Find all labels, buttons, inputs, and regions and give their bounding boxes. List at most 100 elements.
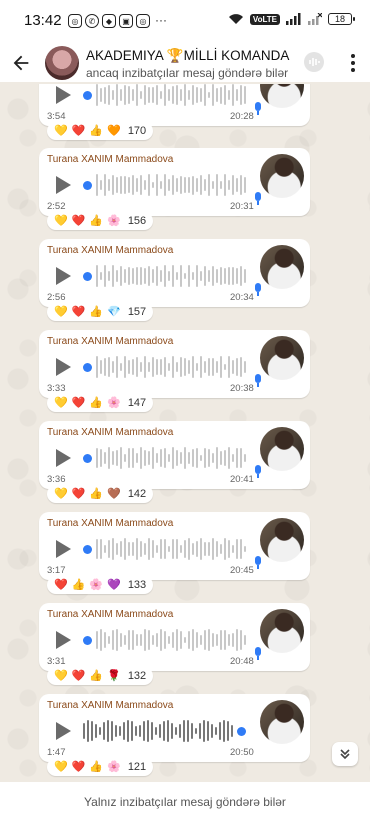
play-icon[interactable] <box>56 722 71 740</box>
sender-name[interactable]: Turana XANIM Mammadova <box>47 427 173 438</box>
message-time: 20:28 <box>230 111 254 122</box>
play-icon[interactable] <box>56 176 71 194</box>
waveform-bar <box>155 726 157 736</box>
reaction-count: 142 <box>127 488 147 500</box>
waveform-bar <box>100 87 102 103</box>
playback-position-dot[interactable] <box>83 90 92 100</box>
reactions-bar[interactable]: ❤️ 👍 🌸 💜 133 <box>47 576 154 594</box>
scroll-to-bottom-button[interactable] <box>332 742 358 766</box>
reaction-emoji: 💛 <box>54 397 68 409</box>
waveform-bar <box>156 358 158 376</box>
sender-name[interactable]: Turana XANIM Mammadova <box>47 700 173 711</box>
play-icon[interactable] <box>56 86 71 104</box>
sender-name[interactable]: Turana XANIM Mammadova <box>47 609 173 620</box>
message-bubble[interactable]: 3:54 20:28 <box>39 84 310 126</box>
play-icon[interactable] <box>56 540 71 558</box>
waveform-bar <box>128 85 130 105</box>
message-list[interactable]: 3:54 20:28 💛 ❤️ 👍 🧡 170 Turana XANIM Mam… <box>0 84 370 781</box>
waveform-bar <box>204 542 206 556</box>
audio-waveform[interactable] <box>83 172 253 198</box>
waveform-bar <box>104 86 106 104</box>
sender-name[interactable]: Turana XANIM Mammadova <box>47 518 173 529</box>
play-icon[interactable] <box>56 267 71 285</box>
waveform-bar <box>124 268 126 284</box>
message-bubble[interactable]: Turana XANIM Mammadova 3:33 20:38 <box>39 330 310 398</box>
sender-avatar[interactable] <box>255 154 304 205</box>
voice-chat-icon[interactable] <box>304 52 324 72</box>
message-bubble[interactable]: Turana XANIM Mammadova 2:56 20:34 <box>39 239 310 307</box>
double-chevron-down-icon <box>340 749 350 760</box>
waveform-bar <box>228 447 230 469</box>
audio-waveform[interactable] <box>83 354 253 380</box>
group-title[interactable]: AKADEMIYA 🏆MİLLİ KOMANDA <box>86 48 289 64</box>
reactions-bar[interactable]: 💛 ❤️ 👍 🌹 132 <box>47 667 154 685</box>
waveform-bar <box>240 539 242 559</box>
sender-name[interactable]: Turana XANIM Mammadova <box>47 336 173 347</box>
audio-waveform[interactable] <box>83 263 253 289</box>
reactions-bar[interactable]: 💛 ❤️ 👍 🌸 156 <box>47 212 154 230</box>
waveform-bar <box>112 90 114 100</box>
playback-position-dot[interactable] <box>83 453 92 463</box>
message-bubble[interactable]: Turana XANIM Mammadova 2:52 20:31 <box>39 148 310 216</box>
audio-waveform[interactable] <box>83 718 253 744</box>
message-bubble[interactable]: Turana XANIM Mammadova 3:31 20:48 <box>39 603 310 671</box>
waveform-bar <box>112 630 114 650</box>
playback-position-dot[interactable] <box>83 180 92 190</box>
waveform-bar <box>119 726 121 736</box>
reactions-bar[interactable]: 💛 ❤️ 👍 🧡 170 <box>47 122 154 140</box>
play-icon[interactable] <box>56 449 71 467</box>
waveform-bar <box>111 720 113 742</box>
sender-avatar[interactable] <box>255 336 304 387</box>
waveform-bar <box>160 359 162 375</box>
play-icon[interactable] <box>56 631 71 649</box>
reaction-count: 147 <box>127 397 147 409</box>
waveform-bar <box>188 451 190 465</box>
sender-avatar[interactable] <box>255 84 304 115</box>
audio-waveform[interactable] <box>83 445 253 471</box>
group-avatar[interactable] <box>45 46 79 80</box>
playback-position-dot[interactable] <box>83 635 92 645</box>
reactions-bar[interactable]: 💛 ❤️ 👍 🌸 147 <box>47 394 154 412</box>
message-bubble[interactable]: Turana XANIM Mammadova 3:36 20:41 <box>39 421 310 489</box>
package-icon: ◆ <box>102 14 116 28</box>
audio-waveform[interactable] <box>83 627 253 653</box>
waveform-bar <box>220 181 222 189</box>
waveform-bar <box>156 544 158 554</box>
reactions-bar[interactable]: 💛 ❤️ 👍 💎 157 <box>47 303 154 321</box>
waveform-bar <box>108 84 110 106</box>
audio-waveform[interactable] <box>83 84 253 108</box>
waveform-bar <box>176 538 178 560</box>
playback-position-dot[interactable] <box>83 362 92 372</box>
back-arrow-icon[interactable] <box>10 52 32 74</box>
reaction-emoji: 💛 <box>54 125 68 137</box>
reaction-emoji: 🤎 <box>107 488 121 500</box>
message-bubble[interactable]: Turana XANIM Mammadova 3:17 20:45 <box>39 512 310 580</box>
waveform-bar <box>208 448 210 468</box>
play-icon[interactable] <box>56 358 71 376</box>
waveform-bar <box>104 357 106 377</box>
sender-name[interactable]: Turana XANIM Mammadova <box>47 154 173 165</box>
waveform-bar <box>200 454 202 462</box>
waveform-bar <box>228 90 230 100</box>
waveform-bar <box>100 538 102 560</box>
menu-dots-icon[interactable] <box>350 54 356 74</box>
waveform-bar <box>220 86 222 104</box>
sender-avatar[interactable] <box>255 609 304 660</box>
chat-header: AKADEMIYA 🏆MİLLİ KOMANDA ancaq inzibatçı… <box>0 42 370 84</box>
playback-position-dot[interactable] <box>83 271 92 281</box>
playback-position-dot[interactable] <box>237 726 246 736</box>
waveform-bar <box>191 723 193 739</box>
status-notification-icons: ◎ ✆ ◆ ▣ ◎ ··· <box>68 14 167 28</box>
sender-avatar[interactable] <box>255 427 304 478</box>
sender-avatar[interactable] <box>260 700 304 744</box>
reactions-bar[interactable]: 💛 ❤️ 👍 🌸 121 <box>47 758 154 776</box>
playback-position-dot[interactable] <box>83 544 92 554</box>
audio-waveform[interactable] <box>83 536 253 562</box>
sender-avatar[interactable] <box>255 245 304 296</box>
waveform-bar <box>187 720 189 742</box>
message-bubble[interactable]: Turana XANIM Mammadova 1:47 20:50 <box>39 694 310 762</box>
waveform-bar <box>164 174 166 196</box>
sender-avatar[interactable] <box>255 518 304 569</box>
sender-name[interactable]: Turana XANIM Mammadova <box>47 245 173 256</box>
reactions-bar[interactable]: 💛 ❤️ 👍 🤎 142 <box>47 485 154 503</box>
